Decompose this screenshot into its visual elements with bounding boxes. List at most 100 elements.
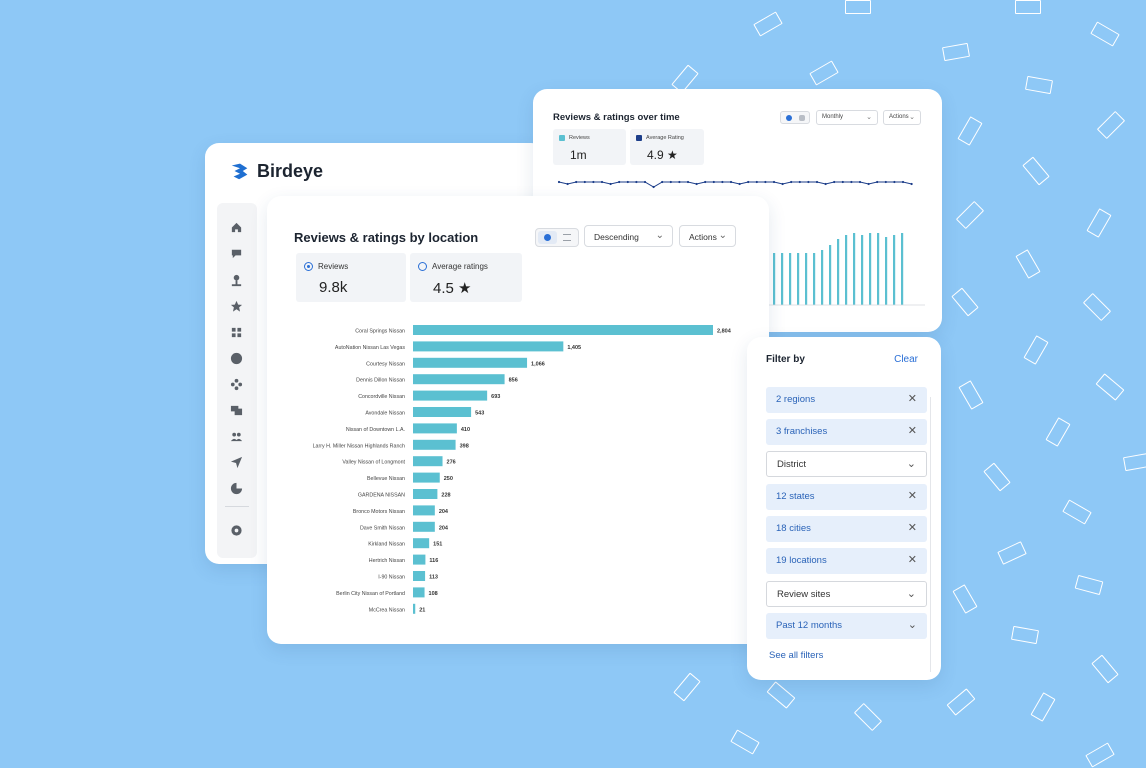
messages-icon[interactable] xyxy=(229,403,243,417)
filter-chip[interactable]: 3 franchises ✕ xyxy=(766,419,927,445)
location-bar[interactable] xyxy=(413,571,426,581)
chevron-down-icon: ⌄ xyxy=(718,230,727,241)
brand-logo[interactable]: Birdeye xyxy=(229,160,323,182)
bar-category-label: Avondale Nissan xyxy=(365,411,405,417)
pie-chart-icon[interactable] xyxy=(229,481,243,495)
location-bar[interactable] xyxy=(413,472,440,483)
rating-point xyxy=(824,182,827,186)
bar-value-label: 113 xyxy=(429,575,438,581)
filter-chip-label: 18 cities xyxy=(776,523,811,534)
location-bar-chart: Coral Springs Nissan 2,804 AutoNation Niss… xyxy=(313,325,732,614)
filter-chip[interactable]: District ⌄ xyxy=(766,451,927,477)
rating-point xyxy=(652,185,655,189)
filter-chip[interactable]: 19 locations ✕ xyxy=(766,548,927,574)
rating-point xyxy=(669,180,672,184)
see-all-filters-link[interactable]: See all filters xyxy=(769,650,823,661)
people-icon[interactable] xyxy=(229,429,243,443)
average-rating-stat[interactable]: Average Rating 4.9 ★ xyxy=(630,129,704,165)
actions-button[interactable]: Actions ⌄ xyxy=(679,225,736,247)
remove-filter-icon[interactable]: ✕ xyxy=(908,553,917,566)
grid-icon[interactable] xyxy=(229,325,243,339)
filter-chip[interactable]: Past 12 months ⌄ xyxy=(766,613,927,639)
confetti-piece xyxy=(957,116,983,146)
remove-filter-icon[interactable]: ✕ xyxy=(908,392,917,405)
chat-icon[interactable] xyxy=(229,246,243,260)
reviews-stat[interactable]: Reviews 1m xyxy=(553,129,626,165)
list-view-icon[interactable] xyxy=(563,234,571,241)
location-bar[interactable] xyxy=(413,423,457,434)
location-bar[interactable] xyxy=(413,341,564,352)
workflow-icon[interactable] xyxy=(229,377,243,391)
remove-filter-icon[interactable]: ✕ xyxy=(908,521,917,534)
rating-point xyxy=(747,180,750,184)
rating-point xyxy=(876,180,879,184)
rating-point xyxy=(858,180,862,184)
rating-point xyxy=(618,180,621,184)
average-ratings-stat[interactable]: Average ratings 4.5 ★ xyxy=(410,253,522,302)
table-view-icon[interactable] xyxy=(799,115,805,121)
send-icon[interactable] xyxy=(229,455,243,469)
location-bar[interactable] xyxy=(413,357,528,368)
bar-value-label: 2,804 xyxy=(717,329,732,335)
bar-category-label: I-90 Nissan xyxy=(378,575,405,581)
rating-point xyxy=(626,180,629,184)
location-bar[interactable] xyxy=(413,521,435,532)
stat-value: 1m xyxy=(570,148,587,162)
filter-panel: Filter by Clear 2 regions ✕ 3 franchises ✕ D… xyxy=(747,337,941,680)
filter-chip-label: District xyxy=(777,459,807,470)
sort-select[interactable]: Descending ⌄ xyxy=(584,225,673,247)
reviews-bar xyxy=(813,253,816,305)
settings-icon[interactable] xyxy=(229,523,243,537)
dollar-icon[interactable] xyxy=(229,351,243,365)
confetti-piece xyxy=(730,729,760,755)
confetti-piece xyxy=(1023,335,1049,365)
rating-point xyxy=(841,180,844,184)
bar-value-label: 1,066 xyxy=(531,361,545,367)
location-bar[interactable] xyxy=(413,489,438,499)
location-bar[interactable] xyxy=(413,603,416,614)
location-bar[interactable] xyxy=(413,538,430,549)
view-toggle[interactable] xyxy=(780,111,810,124)
bar-value-label: 228 xyxy=(441,493,450,499)
period-select[interactable]: Monthly ⌄ xyxy=(816,110,878,125)
home-icon[interactable] xyxy=(229,220,243,234)
bar-category-label: Bronco Motors Nissan xyxy=(353,509,405,515)
bar-category-label: Berlin City Nissan of Portland xyxy=(336,591,405,597)
filter-chip[interactable]: 18 cities ✕ xyxy=(766,516,927,542)
location-bar[interactable] xyxy=(413,554,426,565)
remove-filter-icon[interactable]: ✕ xyxy=(908,424,917,437)
rating-point xyxy=(893,180,896,184)
location-bar[interactable] xyxy=(413,587,425,598)
location-pin-icon[interactable] xyxy=(229,273,243,287)
bar-value-label: 108 xyxy=(429,591,438,597)
star-icon[interactable] xyxy=(229,299,243,313)
location-bar[interactable] xyxy=(413,505,435,516)
clear-filters-link[interactable]: Clear xyxy=(894,354,918,365)
reviews-bar xyxy=(901,233,904,305)
location-bar[interactable] xyxy=(413,407,472,417)
filter-chip-label: 12 states xyxy=(776,491,815,502)
remove-filter-icon[interactable]: ✕ xyxy=(908,489,917,502)
location-bar[interactable] xyxy=(413,439,456,450)
filter-chip[interactable]: 2 regions ✕ xyxy=(766,387,927,413)
filter-chip-label: 2 regions xyxy=(776,394,816,405)
filter-chip[interactable]: 12 states ✕ xyxy=(766,484,927,510)
location-bar[interactable] xyxy=(413,456,443,467)
stat-value: 4.5 ★ xyxy=(433,280,472,297)
average-ratings-radio[interactable] xyxy=(418,262,427,271)
location-bar[interactable] xyxy=(413,374,505,385)
over-time-actions-button[interactable]: Actions ⌄ xyxy=(883,110,921,125)
period-select-value: Monthly xyxy=(822,114,844,120)
location-bar[interactable] xyxy=(413,390,488,401)
reviews-stat[interactable]: Reviews 9.8k xyxy=(296,253,406,302)
confetti-piece xyxy=(1022,156,1050,186)
chart-view-icon[interactable] xyxy=(538,231,557,244)
reviews-radio[interactable] xyxy=(304,262,313,271)
filter-scrollbar[interactable] xyxy=(929,397,931,672)
stat-value: 4.9 ★ xyxy=(647,148,678,162)
filter-chip[interactable]: Review sites ⌄ xyxy=(766,581,927,607)
location-bar[interactable] xyxy=(413,325,713,335)
view-toggle[interactable] xyxy=(535,228,579,247)
rating-point xyxy=(755,180,758,184)
chart-view-icon[interactable] xyxy=(786,115,792,121)
